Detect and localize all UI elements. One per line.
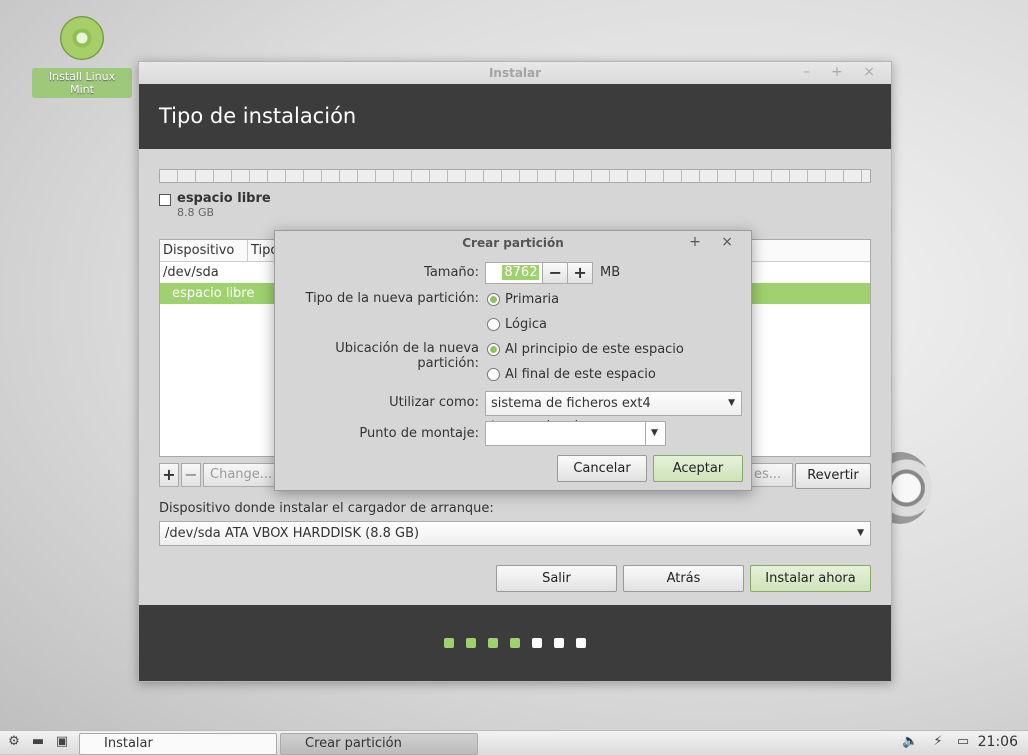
free-space-title: espacio libre	[177, 191, 271, 206]
task-installer[interactable]: Instalar	[79, 733, 277, 755]
install-now-button[interactable]: Instalar ahora	[750, 565, 871, 592]
partition-tools: + − Change...	[159, 463, 280, 487]
radio-indicator	[487, 368, 500, 381]
quit-button[interactable]: Salir	[496, 565, 617, 592]
size-unit: MB	[600, 265, 621, 280]
cancel-button[interactable]: Cancelar	[557, 455, 647, 482]
radio-indicator	[487, 318, 500, 331]
create-partition-dialog: Crear partición + × Tamaño: 8762 − + MB …	[274, 230, 752, 491]
free-space-size: 8.8 GB	[177, 206, 215, 219]
bootloader-select[interactable]: /dev/sda ATA VBOX HARDDISK (8.8 GB) ▼	[159, 521, 871, 546]
progress-step	[444, 638, 454, 648]
battery-icon[interactable]: ▭	[955, 735, 971, 749]
progress-step	[532, 638, 542, 648]
install-linux-mint-launcher[interactable]: Install Linux Mint	[32, 16, 132, 98]
decrement-button[interactable]: −	[542, 263, 568, 283]
task-create-partition[interactable]: Crear partición	[280, 733, 478, 755]
progress-step	[510, 638, 520, 648]
size-input[interactable]: 8762	[486, 263, 542, 283]
chevron-down-icon: ▼	[728, 398, 735, 408]
location-label: Ubicación de la nueva partición:	[335, 341, 479, 371]
mount-point-combo[interactable]: ▼	[485, 421, 666, 446]
dialog-title: Crear partición	[462, 236, 564, 250]
change-partition-button[interactable]: Change...	[203, 463, 280, 487]
progress-step	[554, 638, 564, 648]
dialog-controls[interactable]: + ×	[689, 234, 741, 250]
size-label: Tamaño:	[424, 265, 479, 280]
chevron-down-icon: ▼	[857, 528, 864, 538]
volume-icon[interactable]: 🔈	[902, 735, 918, 749]
radio-location-end[interactable]: Al final de este espacio	[487, 367, 656, 382]
new-partition-table-button[interactable]: es...	[752, 463, 793, 487]
progress-footer	[139, 605, 891, 681]
terminal-icon[interactable]: ▣	[54, 735, 70, 749]
back-button[interactable]: Atrás	[623, 565, 744, 592]
desktop-icon-label: Install Linux Mint	[32, 68, 132, 98]
partition-bar	[159, 169, 871, 183]
free-space-swatch	[159, 194, 171, 206]
show-desktop-icon[interactable]: ▬	[30, 735, 46, 749]
radio-primary-label: Primaria	[505, 292, 560, 307]
radio-indicator	[487, 343, 500, 356]
page-title: Tipo de instalación	[139, 84, 891, 149]
progress-step	[576, 638, 586, 648]
radio-logical[interactable]: Lógica	[487, 317, 547, 332]
revert-button[interactable]: Revertir	[795, 463, 871, 489]
clock[interactable]: 21:06	[978, 734, 1018, 750]
progress-step	[466, 638, 476, 648]
mount-point-label: Punto de montaje:	[359, 426, 479, 441]
radio-location-start[interactable]: Al principio de este espacio	[487, 342, 684, 357]
increment-button[interactable]: +	[567, 263, 592, 283]
use-as-select[interactable]: sistema de ficheros ext4 transaccional ▼	[485, 391, 742, 434]
partition-type-label: Tipo de la nueva partición:	[305, 291, 479, 306]
network-icon[interactable]: ⚡	[930, 735, 946, 749]
radio-location-end-label: Al final de este espacio	[505, 367, 656, 382]
accept-button[interactable]: Aceptar	[653, 455, 743, 482]
window-controls[interactable]: – + ×	[804, 64, 883, 80]
menu-gear-icon[interactable]: ⚙	[6, 735, 22, 749]
free-space-legend: espacio libre 8.8 GB	[159, 191, 871, 219]
radio-primary[interactable]: Primaria	[487, 292, 559, 307]
use-as-label: Utilizar como:	[389, 395, 479, 410]
remove-partition-button[interactable]: −	[181, 463, 201, 487]
chevron-down-icon[interactable]: ▼	[645, 422, 665, 445]
progress-step	[488, 638, 498, 648]
radio-logical-label: Lógica	[505, 317, 547, 332]
size-spinner[interactable]: 8762 − +	[485, 262, 593, 284]
add-partition-button[interactable]: +	[159, 463, 179, 487]
taskbar: ⚙ ▬ ▣ Instalar Crear partición 🔈 ⚡ ▭ 21:…	[0, 730, 1028, 755]
bootloader-label: Dispositivo donde instalar el cargador d…	[159, 501, 494, 516]
radio-location-start-label: Al principio de este espacio	[505, 342, 684, 357]
disc-icon	[60, 16, 104, 60]
radio-indicator	[487, 293, 500, 306]
bootloader-value: /dev/sda ATA VBOX HARDDISK (8.8 GB)	[165, 526, 420, 541]
column-header-device[interactable]: Dispositivo	[160, 240, 248, 261]
window-title: Instalar	[139, 62, 891, 84]
